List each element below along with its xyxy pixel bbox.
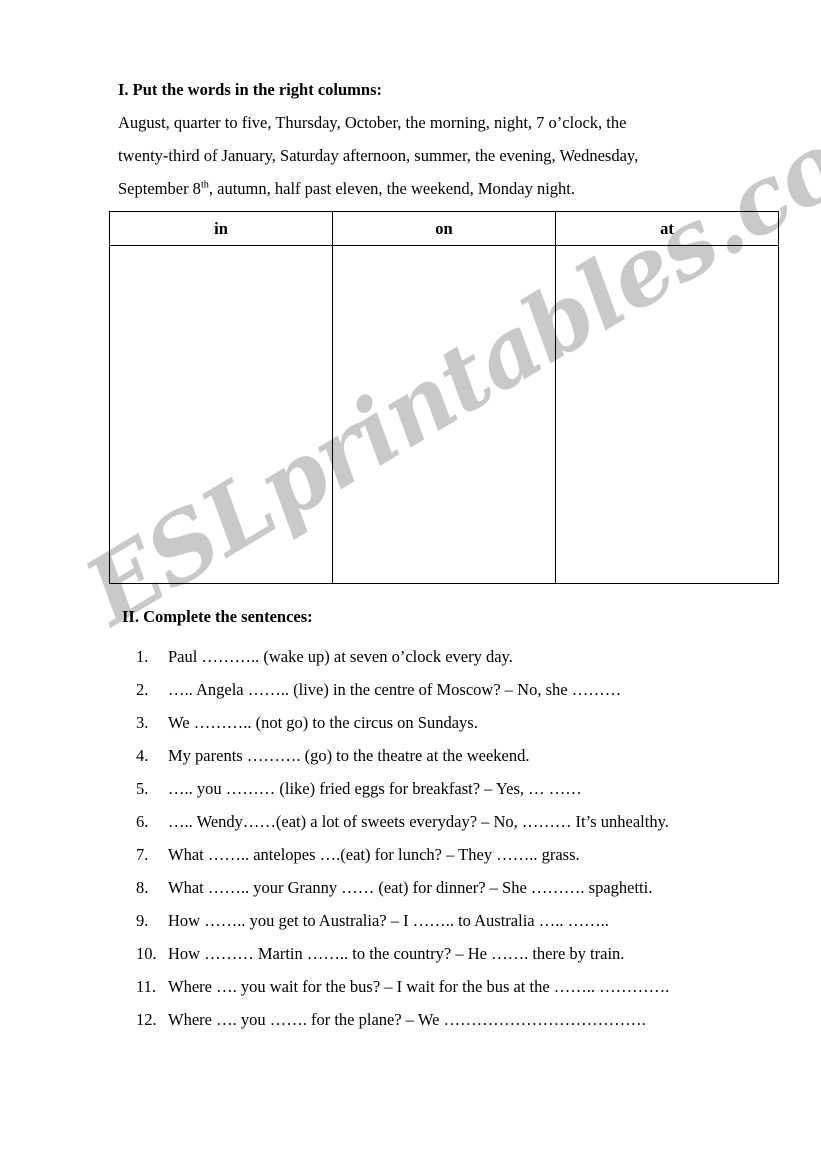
prepositions-table-body <box>109 245 779 584</box>
list-item: 9. How …….. you get to Australia? – I …….… <box>136 904 669 937</box>
list-item: 5. ….. you ……… (like) fried eggs for brea… <box>136 772 669 805</box>
list-item: 8. What …….. your Granny …… (eat) for din… <box>136 871 669 904</box>
list-item-text: ….. you ……… (like) fried eggs for breakf… <box>168 779 582 798</box>
list-item-text: How ……… Martin …….. to the country? – He… <box>168 944 625 963</box>
worksheet-page: ESLprintables.com I. Put the words in th… <box>0 0 821 1169</box>
list-item-number: 6. <box>136 812 149 831</box>
list-item-number: 4. <box>136 746 149 765</box>
word-bank-line-rest: , autumn, half past eleven, the weekend,… <box>208 179 576 198</box>
list-item: 2. ….. Angela …….. (live) in the centre o… <box>136 673 669 706</box>
sentence-list: 1. Paul ……….. (wake up) at seven o’clock … <box>136 640 669 1036</box>
list-item-number: 10. <box>136 944 157 963</box>
list-item-number: 8. <box>136 878 149 897</box>
column-header-in: in <box>109 211 333 246</box>
list-item-text: Paul ……….. (wake up) at seven o’clock ev… <box>168 647 513 666</box>
answer-cell-on[interactable] <box>332 245 556 584</box>
list-item: 1. Paul ……….. (wake up) at seven o’clock … <box>136 640 669 673</box>
list-item-text: We ……….. (not go) to the circus on Sunda… <box>168 713 478 732</box>
section-one-heading: I. Put the words in the right columns: <box>118 80 383 99</box>
word-bank-line: September 8th, autumn, half past eleven,… <box>118 179 575 199</box>
column-header-at: at <box>555 211 779 246</box>
list-item-number: 11. <box>136 977 157 996</box>
list-item-text: My parents ………. (go) to the theatre at t… <box>168 746 530 765</box>
list-item-number: 12. <box>136 1010 157 1029</box>
list-item-number: 9. <box>136 911 149 930</box>
list-item-text: What …….. your Granny …… (eat) for dinne… <box>168 878 653 897</box>
list-item-text: ….. Wendy……(eat) a lot of sweets everyda… <box>168 812 669 831</box>
word-bank-line: twenty-third of January, Saturday aftern… <box>118 146 639 165</box>
column-header-on: on <box>332 211 556 246</box>
list-item-number: 5. <box>136 779 149 798</box>
answer-cell-in[interactable] <box>109 245 333 584</box>
list-item-text: ….. Angela …….. (live) in the centre of … <box>168 680 622 699</box>
list-item-number: 2. <box>136 680 149 699</box>
list-item: 10. How ……… Martin …….. to the country? –… <box>136 937 669 970</box>
list-item: 11. Where …. you wait for the bus? – I wa… <box>136 970 669 1003</box>
list-item-text: How …….. you get to Australia? – I …….. … <box>168 911 609 930</box>
prepositions-table-head: in on at <box>109 211 779 246</box>
answer-cell-at[interactable] <box>555 245 779 584</box>
list-item-number: 7. <box>136 845 149 864</box>
list-item: 6. ….. Wendy……(eat) a lot of sweets every… <box>136 805 669 838</box>
list-item-text: Where …. you wait for the bus? – I wait … <box>168 977 670 996</box>
section-two-heading: II. Complete the sentences: <box>122 607 313 626</box>
list-item-number: 3. <box>136 713 149 732</box>
table-header-row: in on at <box>109 211 779 246</box>
list-item-text: Where …. you ……. for the plane? – We ………… <box>168 1010 646 1029</box>
ordinal-suffix: th <box>200 179 209 191</box>
list-item-number: 1. <box>136 647 149 666</box>
list-item: 3. We ……….. (not go) to the circus on Sun… <box>136 706 669 739</box>
table-row <box>109 245 779 584</box>
list-item-text: What …….. antelopes ….(eat) for lunch? –… <box>168 845 580 864</box>
word-bank-line-text: September 8 <box>118 179 201 198</box>
list-item: 12. Where …. you ……. for the plane? – We … <box>136 1003 669 1036</box>
word-bank-line: August, quarter to five, Thursday, Octob… <box>118 113 627 132</box>
list-item: 4. My parents ………. (go) to the theatre at… <box>136 739 669 772</box>
prepositions-table: in on at <box>109 211 779 584</box>
list-item: 7. What …….. antelopes ….(eat) for lunch?… <box>136 838 669 871</box>
